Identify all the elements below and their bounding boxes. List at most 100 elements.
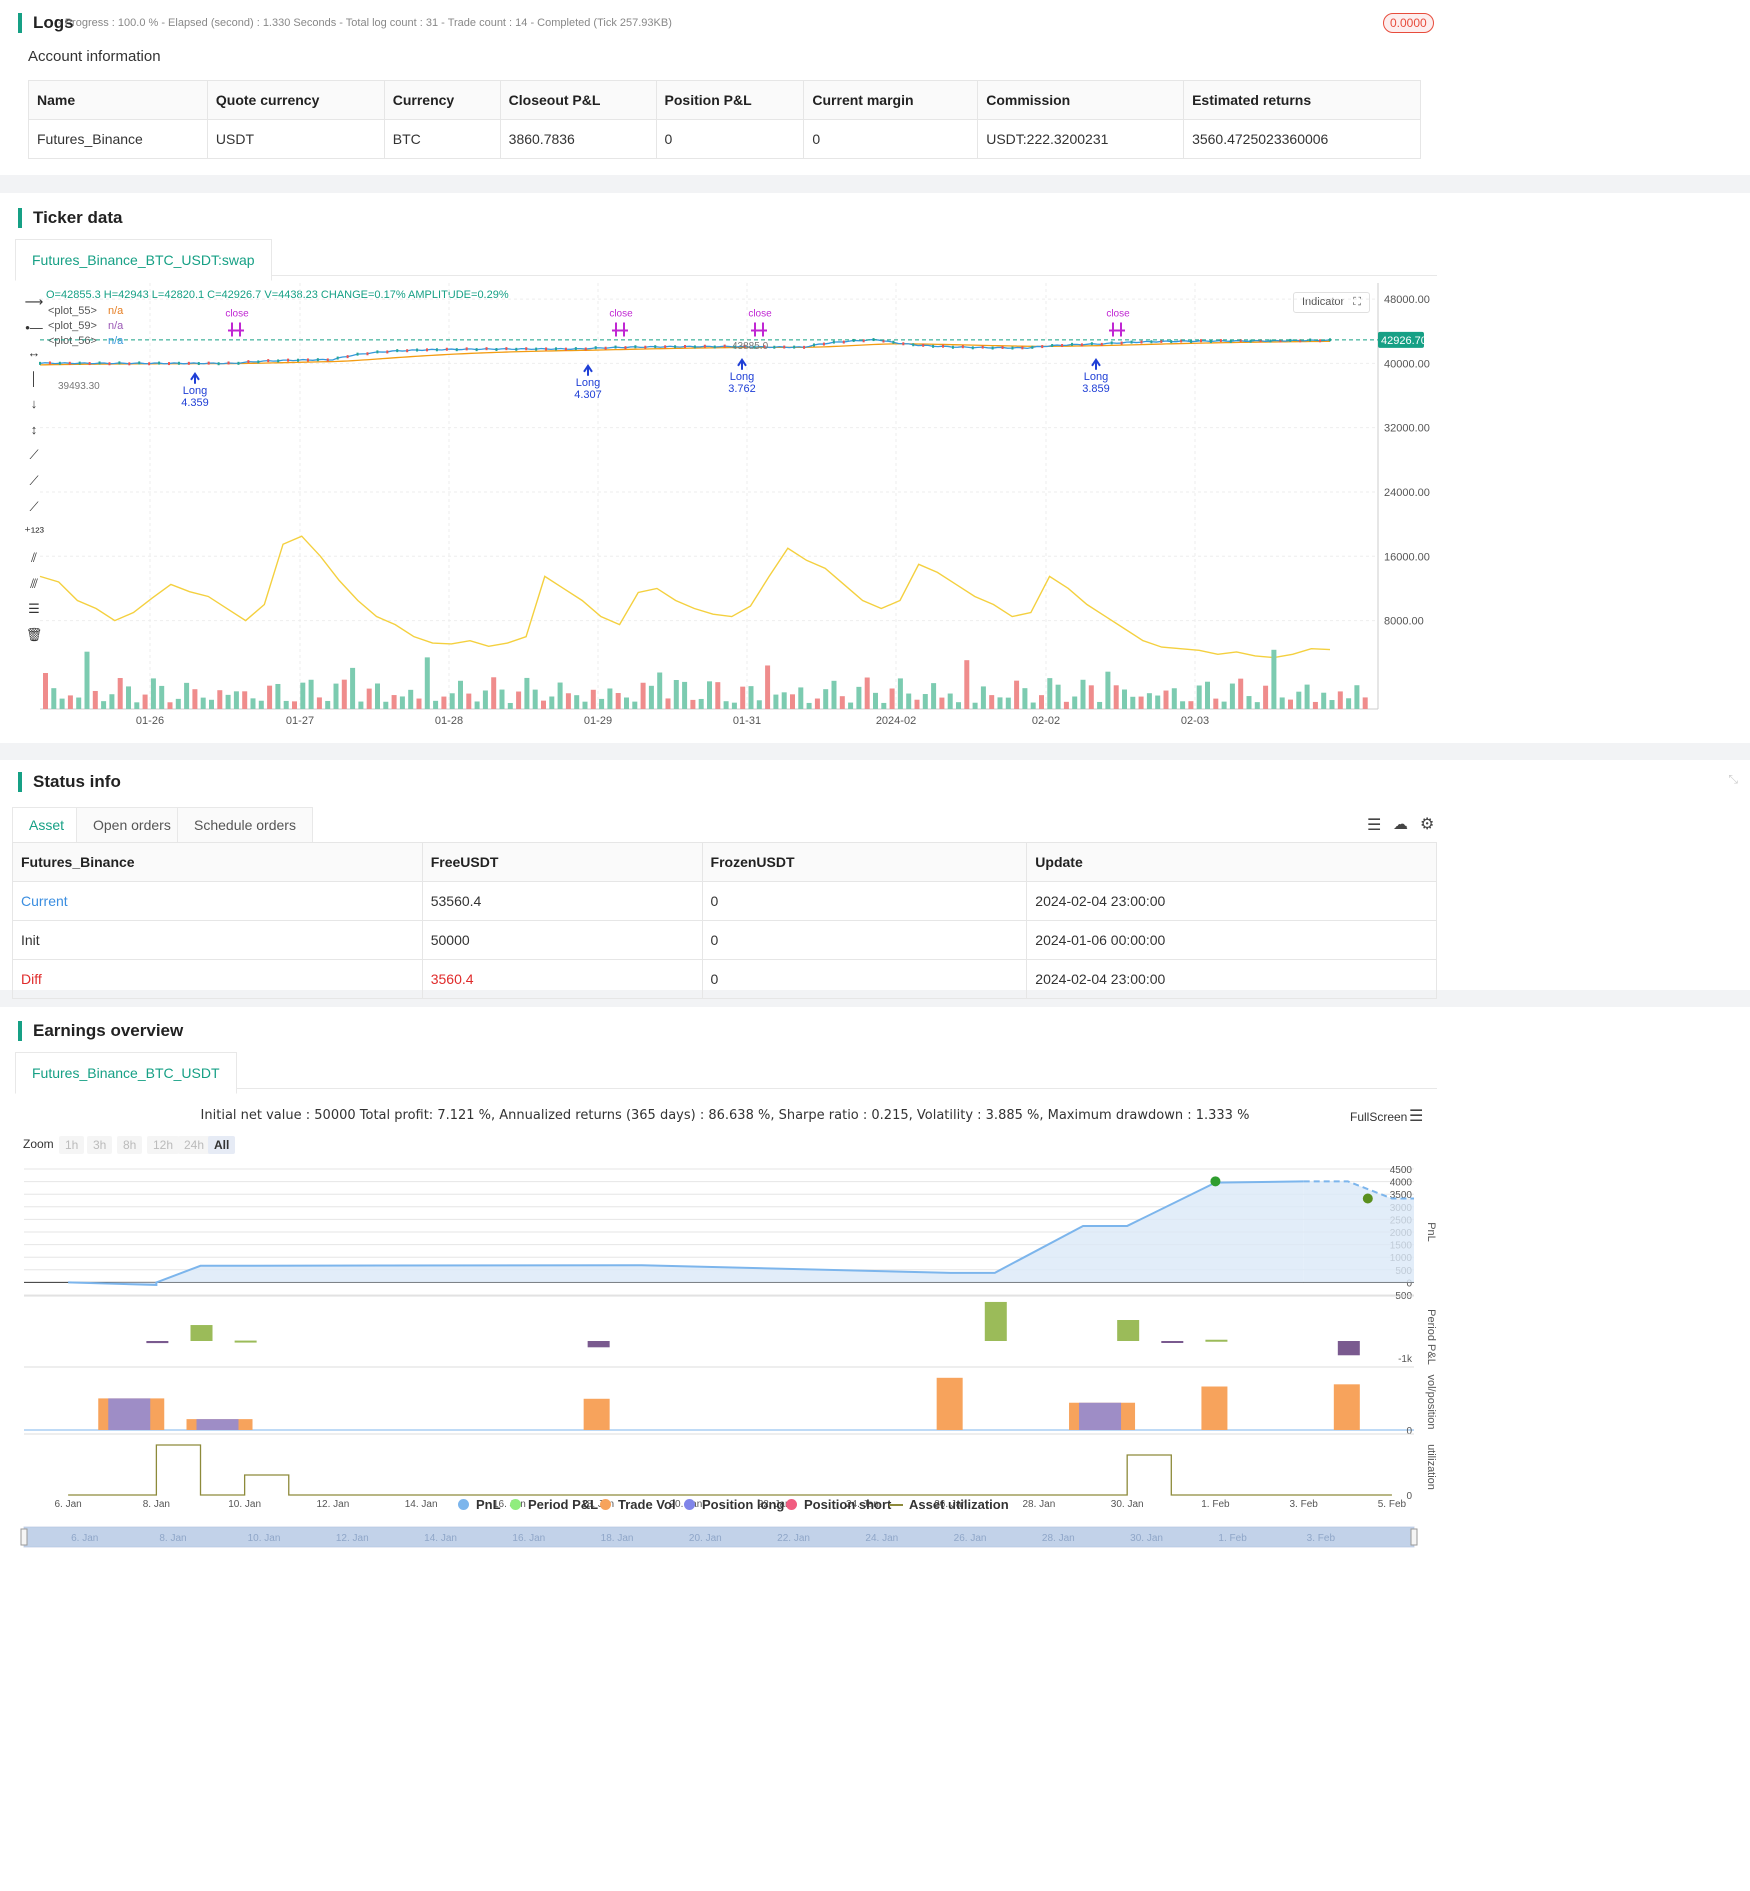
- legend-label: Period P&L: [528, 1497, 599, 1512]
- volume-bar: [516, 691, 522, 709]
- legend-item-period-p-l[interactable]: Period P&L: [510, 1497, 598, 1512]
- candle: [624, 346, 627, 350]
- gear-icon[interactable]: ⚙: [1420, 814, 1434, 834]
- trade-value: 4.307: [574, 389, 602, 401]
- volume-bar: [1238, 678, 1244, 709]
- x-tick-label: 14. Jan: [405, 1499, 438, 1510]
- sell-arrow-icon: [228, 322, 244, 337]
- high-marker: 43885.0: [732, 341, 769, 352]
- volume-bar: [682, 681, 688, 709]
- candle: [604, 346, 607, 350]
- util-tick: 0: [1406, 1491, 1412, 1502]
- candle: [475, 348, 478, 352]
- volume-bar: [731, 702, 737, 709]
- position-long-bar: [108, 1398, 151, 1430]
- x-tick-label: 8. Jan: [143, 1499, 170, 1510]
- candle: [902, 342, 905, 346]
- tab-open-orders[interactable]: Open orders: [76, 807, 188, 843]
- earnings-chart[interactable]: 450040003500300025002000150010005000-500…: [0, 1157, 1450, 1891]
- volume-bar: [1130, 696, 1136, 709]
- x-tick-label: 02-02: [1032, 715, 1060, 727]
- volume-bar: [192, 689, 198, 709]
- fullscreen-button[interactable]: FullScreen: [1350, 1110, 1407, 1124]
- zoom-label: Zoom: [23, 1137, 54, 1151]
- candle: [832, 340, 835, 344]
- volume-bar: [316, 697, 322, 709]
- volume-bar: [300, 682, 306, 709]
- last-price-label: 42926.70: [1381, 335, 1427, 347]
- legend-marker: [458, 1499, 469, 1510]
- zoom-button-8h[interactable]: 8h: [117, 1136, 143, 1154]
- candle: [783, 345, 786, 349]
- zoom-button-24h[interactable]: 24h: [178, 1136, 211, 1154]
- legend-item-asset-utilization[interactable]: Asset utilization: [889, 1497, 1009, 1512]
- volume-bar: [665, 698, 671, 709]
- candle: [455, 348, 458, 352]
- candle: [247, 360, 250, 364]
- candle: [1061, 344, 1064, 348]
- candle: [822, 342, 825, 346]
- asset-table: Futures_Binance FreeUSDT FrozenUSDT Update …: [12, 842, 1437, 999]
- volume-bar: [1113, 685, 1119, 709]
- account-cell: BTC: [383, 119, 501, 159]
- earnings-tab[interactable]: Futures_Binance_BTC_USDT: [15, 1052, 237, 1094]
- asset-col-header: Futures_Binance: [12, 842, 423, 882]
- ticker-chart[interactable]: 48000.00 40000.00 32000.00 24000.00 16000.00…: [0, 193, 1450, 743]
- account-cell: 0: [803, 119, 979, 159]
- pnl-high-marker: [1210, 1176, 1221, 1187]
- volume-bar: [1271, 649, 1277, 709]
- volume-bar: [557, 682, 563, 709]
- volume-bar: [159, 685, 165, 709]
- volume-bar: [964, 660, 970, 709]
- tab-schedule-orders[interactable]: Schedule orders: [177, 807, 313, 843]
- zoom-button-All[interactable]: All: [208, 1136, 236, 1154]
- candle: [614, 345, 617, 349]
- volume-bar: [1122, 689, 1127, 709]
- asset-cell: 2024-02-04 23:00:00: [1026, 881, 1437, 921]
- zoom-button-3h[interactable]: 3h: [87, 1136, 113, 1154]
- legend-item-trade-vol[interactable]: Trade Vol: [600, 1497, 676, 1512]
- legend-label: Position short: [804, 1497, 892, 1512]
- zoom-button-12h[interactable]: 12h: [147, 1136, 180, 1154]
- volume-bar: [873, 692, 878, 709]
- candle: [58, 361, 61, 365]
- collapse-icon[interactable]: ⤡: [1728, 772, 1738, 787]
- sell-arrow-icon: [751, 322, 767, 337]
- candle: [416, 348, 419, 352]
- candle: [356, 352, 359, 356]
- axis-title: vol/position: [1425, 1374, 1437, 1429]
- price-line: [39, 338, 1331, 365]
- volume-bar: [839, 696, 845, 709]
- volume-bar: [1337, 691, 1343, 709]
- trade-label: Long: [1084, 371, 1108, 383]
- legend-item-pnl[interactable]: PnL: [458, 1497, 501, 1512]
- legend-label: Trade Vol: [618, 1497, 676, 1512]
- volume-bar: [1288, 699, 1293, 709]
- volume-bar: [756, 700, 762, 709]
- asset-cell: 2024-02-04 23:00:00: [1026, 959, 1437, 999]
- pnl-tick: 4000: [1390, 1178, 1413, 1189]
- candle: [435, 348, 438, 352]
- tab-asset[interactable]: Asset: [12, 807, 82, 843]
- account-cell: USDT: [206, 119, 385, 159]
- candle: [545, 347, 548, 351]
- volume-bar: [67, 695, 73, 709]
- zoom-button-1h[interactable]: 1h: [59, 1136, 85, 1154]
- legend-item-position-long[interactable]: Position long: [684, 1497, 784, 1512]
- volume-bar: [1097, 701, 1103, 709]
- candle: [525, 347, 528, 351]
- candle: [316, 358, 319, 362]
- y-tick-label: 32000.00: [1384, 423, 1430, 435]
- candle: [485, 347, 488, 351]
- trade-value: 4.359: [181, 397, 209, 409]
- list-icon[interactable]: ☰: [1367, 815, 1381, 835]
- volume-bar: [997, 697, 1003, 709]
- legend-item-position-short[interactable]: Position short: [786, 1497, 891, 1512]
- volume-bar: [466, 693, 472, 709]
- axis-title: utilization: [1425, 1444, 1437, 1490]
- menu-icon[interactable]: ☰: [1409, 1106, 1423, 1126]
- x-tick-label: 28. Jan: [1023, 1499, 1056, 1510]
- cloud-download-icon[interactable]: ☁: [1393, 815, 1408, 833]
- low-marker: 39493.30: [58, 381, 100, 392]
- period-tick: -1k: [1398, 1354, 1413, 1365]
